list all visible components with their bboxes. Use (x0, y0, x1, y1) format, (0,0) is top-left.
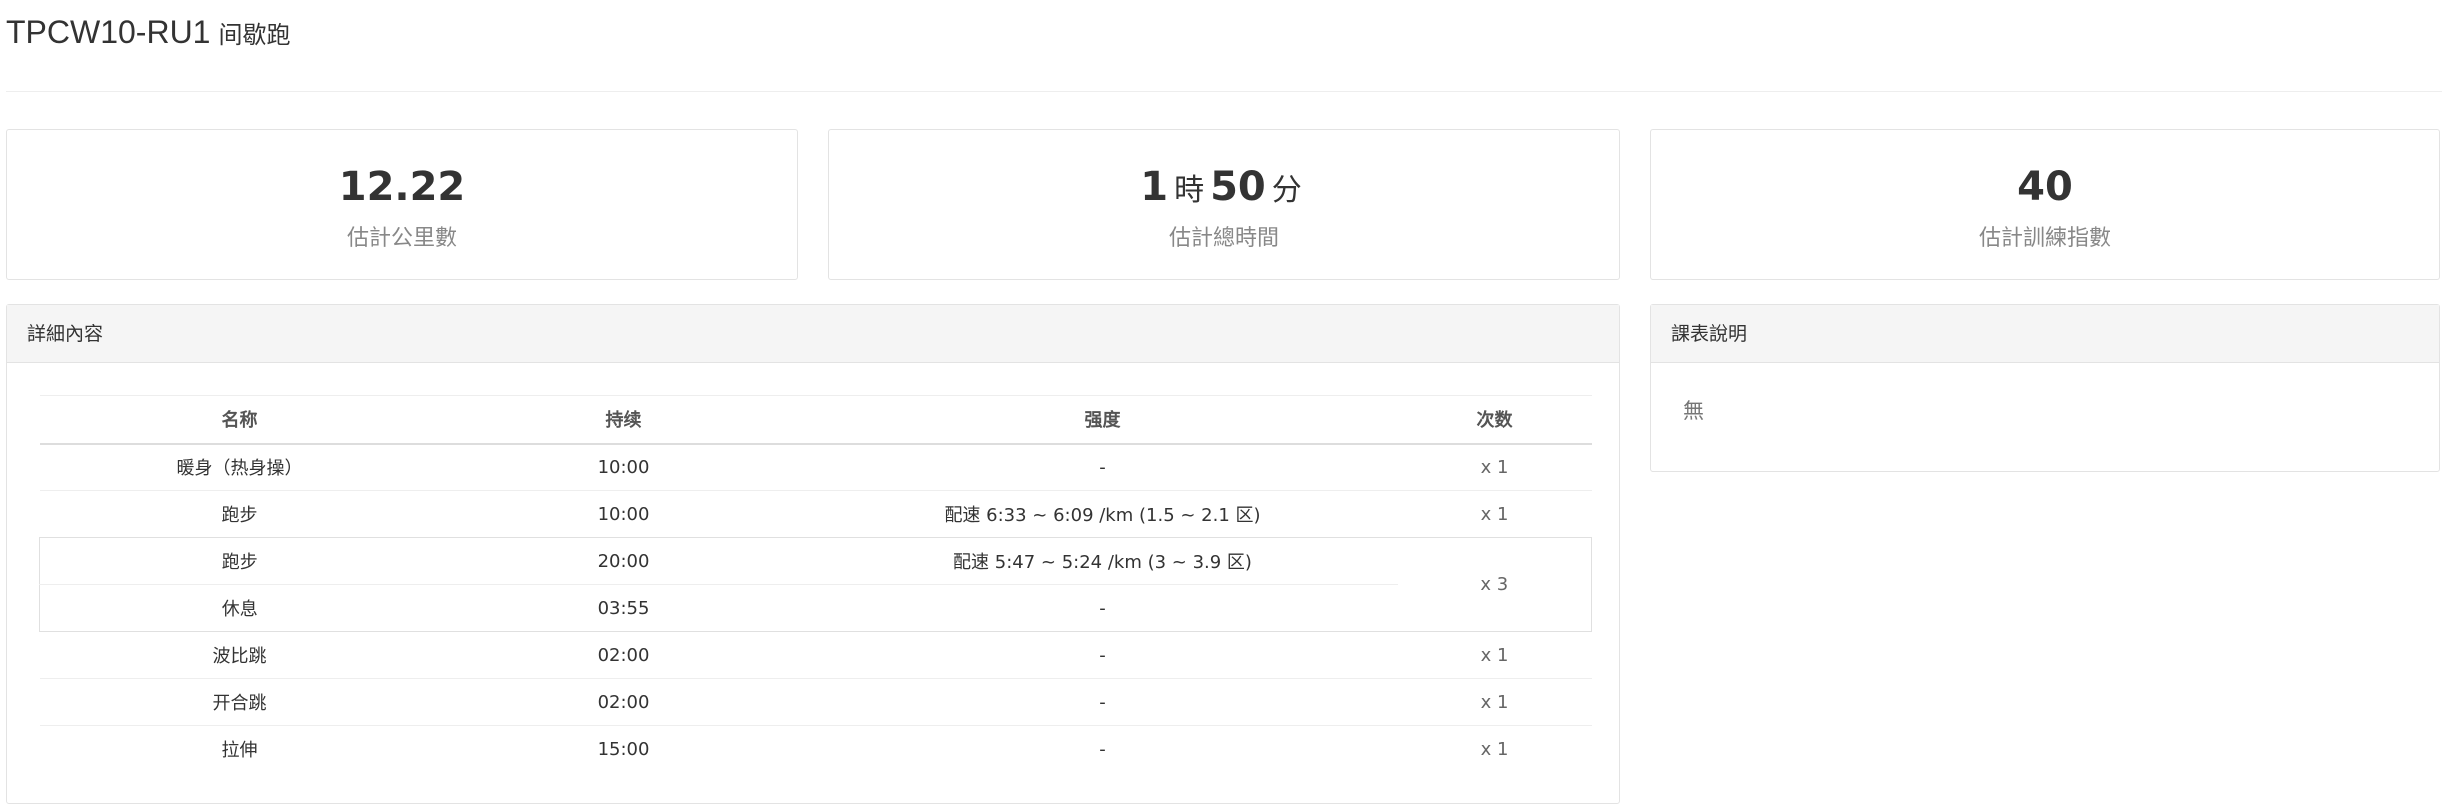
title-divider (6, 91, 2442, 92)
notes-heading: 課表說明 (1651, 305, 2439, 363)
table-row: 暖身（热身操） 10:00 - x 1 (40, 444, 1592, 491)
distance-value: 12.22 (338, 164, 466, 210)
notes-body: 無 (1683, 399, 1704, 423)
duration-minutes-unit: 分 (1271, 173, 1302, 208)
row-intensity: - (807, 631, 1398, 679)
row-name: 跑步 (39, 537, 440, 585)
row-count: x 1 (1397, 725, 1592, 773)
page-title: TPCW10-RU1 间歇跑 (6, 14, 290, 58)
detail-heading: 詳細內容 (7, 305, 1619, 363)
group-count: x 3 (1397, 537, 1592, 632)
duration-label: 估計總時間 (1168, 226, 1279, 251)
row-name: 休息 (39, 584, 440, 632)
row-count: x 1 (1480, 456, 1509, 478)
duration-hours-unit: 時 (1174, 173, 1205, 208)
row-intensity: - (807, 725, 1398, 773)
table-row-group-start: 跑步 20:00 配速 5:47 ~ 5:24 /km (3 ~ 3.9 区) … (39, 537, 1592, 632)
row-count: x 1 (1397, 490, 1592, 538)
row-duration: 02:00 (439, 631, 808, 679)
row-name: 波比跳 (39, 631, 440, 679)
row-duration: 15:00 (439, 725, 808, 773)
table-row: 波比跳 02:00 - x 1 (39, 631, 1592, 679)
workout-type: 间歇跑 (218, 21, 291, 49)
duration-value: 1 時 50 分 (829, 164, 1619, 210)
duration-hours: 1 (1140, 164, 1169, 210)
row-intensity: 配速 5:47 ~ 5:24 /km (3 ~ 3.9 区) (807, 537, 1398, 585)
duration-card: 1 時 50 分 估計總時間 (828, 129, 1620, 280)
table-row: 拉伸 15:00 - x 1 (39, 725, 1592, 773)
row-intensity: - (807, 584, 1398, 632)
workout-code: TPCW10-RU1 (6, 14, 211, 50)
row-duration: 03:55 (439, 584, 808, 632)
row-duration: 10:00 (439, 490, 808, 538)
training-index-label: 估計訓練指數 (1978, 226, 2111, 251)
row-duration: 02:00 (439, 678, 808, 726)
row-name: 暖身（热身操） (176, 458, 303, 480)
table-row: 开合跳 02:00 - x 1 (39, 678, 1592, 726)
row-intensity: - (1099, 456, 1106, 478)
row-name: 开合跳 (39, 678, 440, 726)
column-header-duration: 持续 (439, 395, 808, 445)
row-count: x 1 (1397, 631, 1592, 679)
table-row-group-end: 休息 03:55 - (39, 584, 1592, 632)
notes-panel: 課表說明 無 (1650, 304, 2440, 472)
row-duration: 10:00 (597, 456, 650, 478)
row-name: 拉伸 (39, 725, 440, 773)
row-duration: 20:00 (439, 537, 808, 585)
row-intensity: - (807, 678, 1398, 726)
duration-minutes: 50 (1210, 164, 1266, 210)
workout-table: 名称 持续 强度 次数 暖身（热身操） 10:00 - x 1 跑步 10:00… (39, 395, 1592, 773)
distance-card: 12.22 估計公里數 (6, 129, 798, 280)
row-intensity: 配速 6:33 ~ 6:09 /km (1.5 ~ 2.1 区) (807, 490, 1398, 538)
row-name: 跑步 (39, 490, 440, 538)
table-row: 跑步 10:00 配速 6:33 ~ 6:09 /km (1.5 ~ 2.1 区… (39, 490, 1592, 538)
training-index-value: 40 (2017, 164, 2073, 210)
detail-panel: 詳細內容 名称 持续 强度 次数 暖身（热身操） 10:00 - x 1 跑步 … (6, 304, 1620, 804)
table-header-row: 名称 持续 强度 次数 (39, 395, 1592, 445)
column-header-count: 次数 (1397, 395, 1592, 445)
distance-label: 估計公里數 (346, 226, 457, 251)
column-header-intensity: 强度 (807, 395, 1398, 445)
row-count: x 1 (1397, 678, 1592, 726)
training-index-card: 40 估計訓練指數 (1650, 129, 2440, 280)
column-header-name: 名称 (39, 395, 440, 445)
